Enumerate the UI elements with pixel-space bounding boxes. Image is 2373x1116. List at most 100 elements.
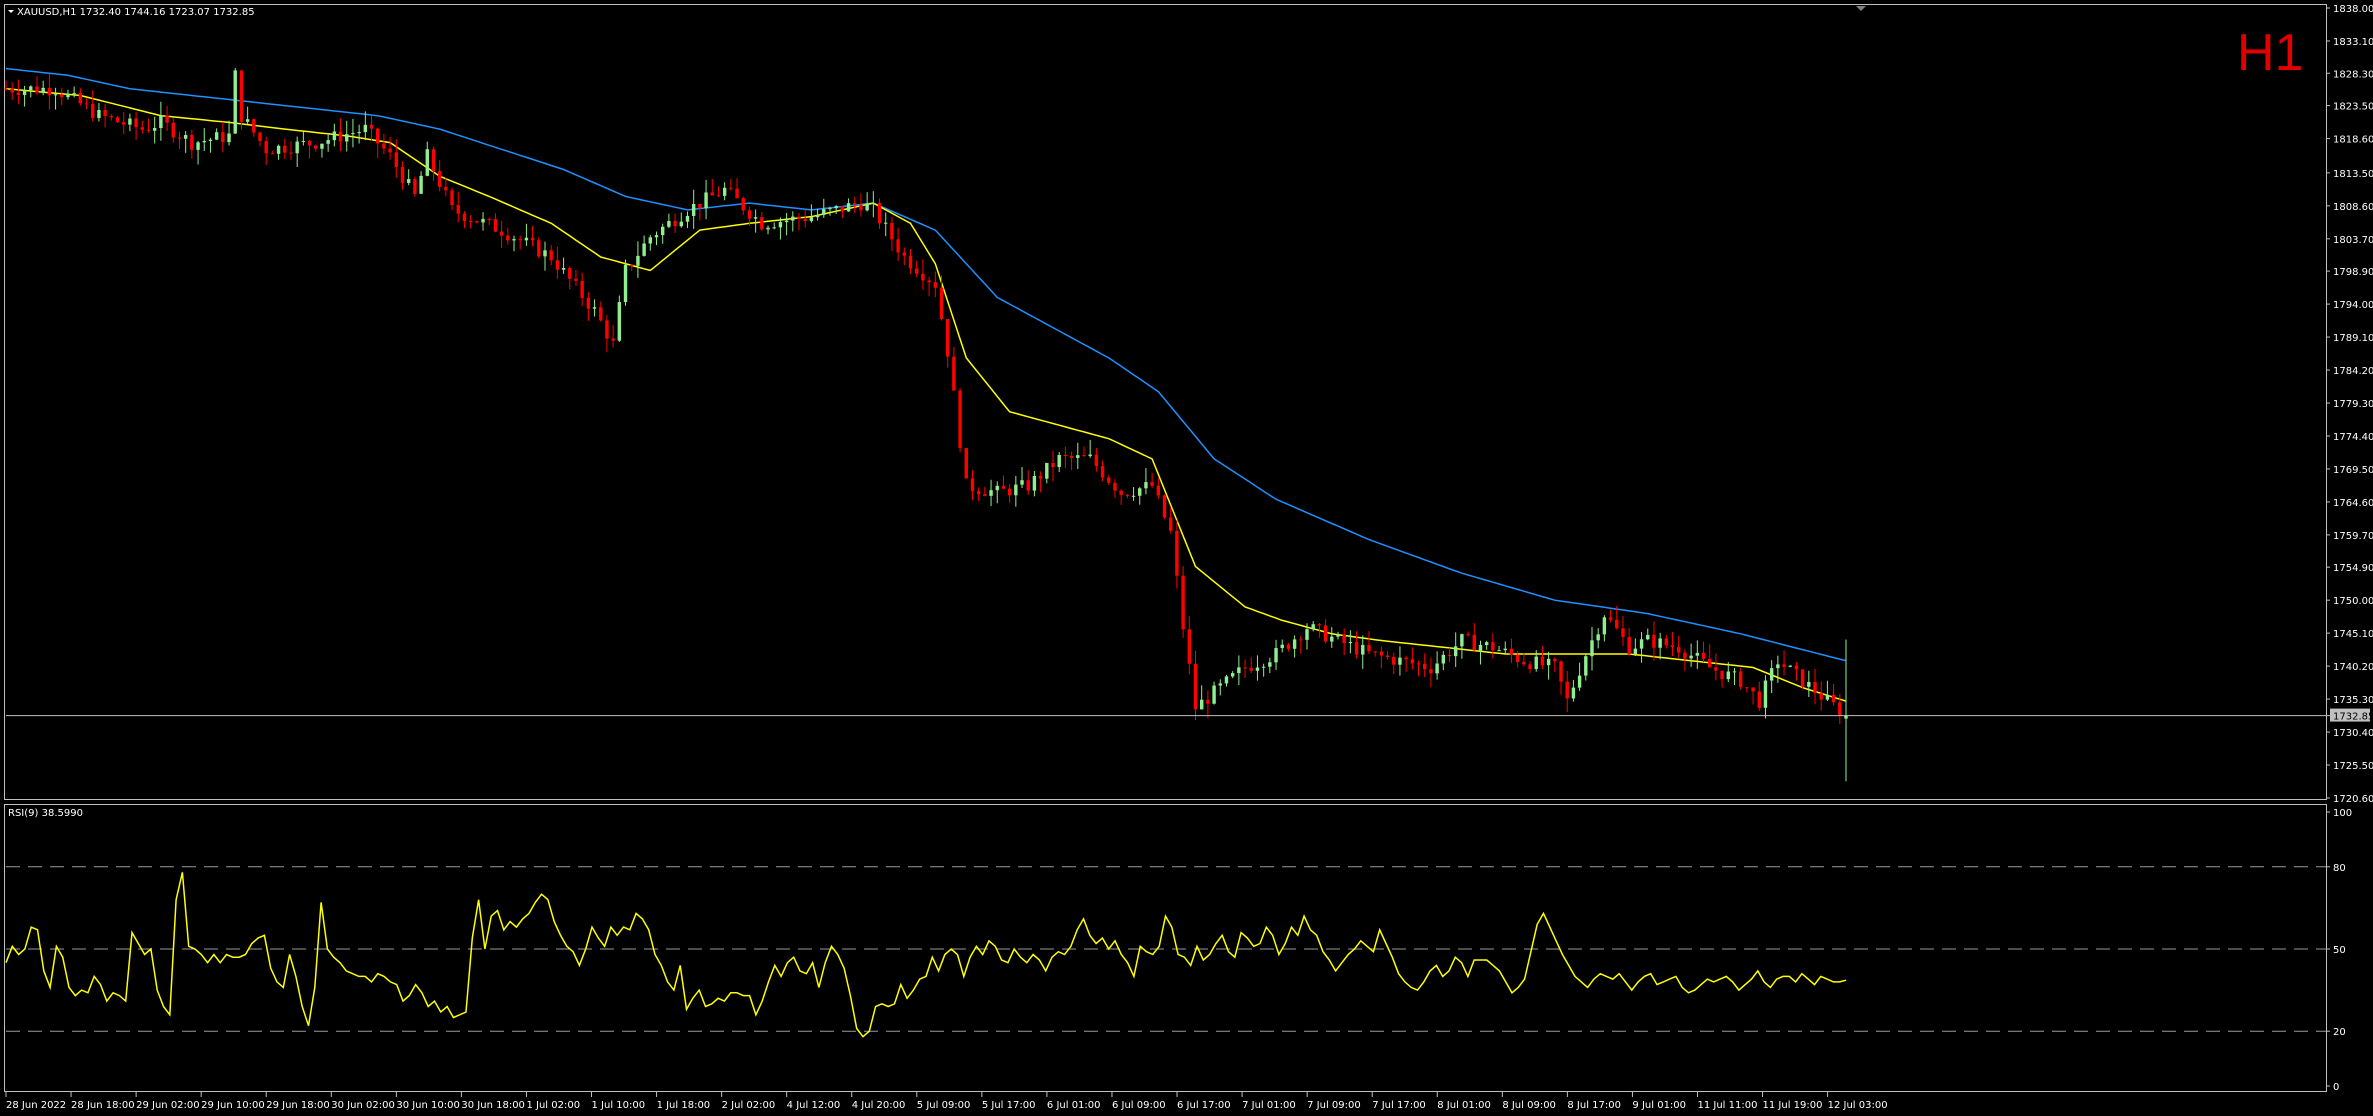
candle-body [1330,636,1334,642]
rsi-indicator-label: RSI(9) 38.5990 [8,808,83,819]
candle-body [1782,664,1786,667]
time-tick-label: 29 Jun 18:00 [266,1100,330,1111]
price-chart[interactable]: XAUUSD,H1 1732.40 1744.16 1723.07 1732.8… [0,0,2373,1116]
candle-body [1169,517,1173,531]
candle-body [1738,671,1743,688]
price-tick-label: 1838.00 [2333,4,2373,15]
candle-body [1348,642,1353,644]
time-tick-label: 30 Jun 10:00 [396,1100,460,1111]
candle-body [307,141,312,146]
candle-body [691,203,696,216]
candle-body [1243,667,1247,669]
candle-body [53,94,58,96]
candle-body [183,135,188,139]
candle-body [1268,662,1272,667]
candle-body [295,141,299,154]
candle-body [766,227,770,230]
candle-body [1497,650,1501,652]
candle-body [642,243,646,256]
candle-body [1633,648,1638,655]
candle-body [747,210,752,219]
candle-body [1528,664,1532,670]
candle-body [555,260,560,270]
candle-body [995,485,999,491]
price-tick-label: 1764.60 [2333,498,2373,509]
candle-body [1726,671,1730,680]
candle-body [1255,667,1260,671]
candle-body [16,92,21,95]
candle-body [1435,663,1439,674]
candle-body [1398,657,1402,665]
candle-body [1082,455,1086,457]
candle-body [1299,639,1303,641]
candle-body [1695,652,1700,656]
candle-body [481,218,485,223]
candle-body [1819,693,1823,700]
candle-body [592,307,597,309]
time-tick-label: 29 Jun 02:00 [136,1100,200,1111]
candle-body [1076,455,1080,458]
candle-body [1007,488,1012,496]
candle-body [345,134,349,142]
candle-body [791,216,795,221]
candle-body [1156,485,1161,496]
candle-body [1423,663,1427,670]
time-tick-label: 29 Jun 10:00 [201,1100,265,1111]
candle-body [853,203,857,205]
candle-body [301,141,306,143]
candle-body [1038,475,1043,479]
candle-body [735,188,739,199]
candle-body [654,235,659,238]
time-tick-label: 1 Jul 02:00 [526,1100,580,1111]
candle-body [1571,687,1576,699]
candle-body [1559,661,1563,682]
candle-body [778,222,783,228]
candle-body [1646,634,1650,640]
candle-body [1286,644,1291,649]
candle-body [1107,477,1111,483]
candle-body [1361,644,1365,655]
candle-body [1026,480,1030,491]
candle-body [970,478,975,492]
candle-body [1274,648,1278,663]
candle-body [1193,663,1198,710]
candle-body [1014,484,1018,496]
candle-body [1063,454,1068,456]
candle-body [128,118,132,125]
time-tick-label: 30 Jun 18:00 [461,1100,525,1111]
time-tick-label: 8 Jul 17:00 [1567,1100,1621,1111]
candle-body [1639,639,1644,649]
time-tick-label: 7 Jul 01:00 [1242,1100,1296,1111]
candle-body [462,213,467,222]
candle-body [1701,652,1706,659]
price-tick-label: 1808.60 [2333,202,2373,213]
time-tick-label: 4 Jul 12:00 [787,1100,841,1111]
candle-body [1677,647,1681,653]
candle-body [41,87,45,93]
candle-body [859,204,863,211]
candle-body [636,255,640,266]
timeframe-label: H1 [2237,24,2303,82]
candle-body [958,390,962,449]
candle-body [1379,651,1384,656]
candle-body [983,494,987,496]
price-tick-label: 1774.40 [2333,432,2373,443]
candle-body [239,70,244,122]
candle-body [1831,694,1836,703]
candle-body [673,220,677,227]
candle-body [245,119,250,122]
candle-body [1584,656,1588,676]
candle-body [580,280,584,298]
candle-body [450,190,454,205]
candle-body [828,208,832,210]
candle-body [1670,645,1675,648]
time-tick-label: 8 Jul 09:00 [1502,1100,1556,1111]
candle-body [1596,634,1600,641]
price-tick-label: 1720.60 [2333,794,2373,805]
candle-body [376,128,380,144]
candle-body [29,86,33,91]
candle-body [772,227,776,229]
candle-body [1714,667,1718,671]
candle-body [685,215,690,222]
candle-body [549,250,553,261]
